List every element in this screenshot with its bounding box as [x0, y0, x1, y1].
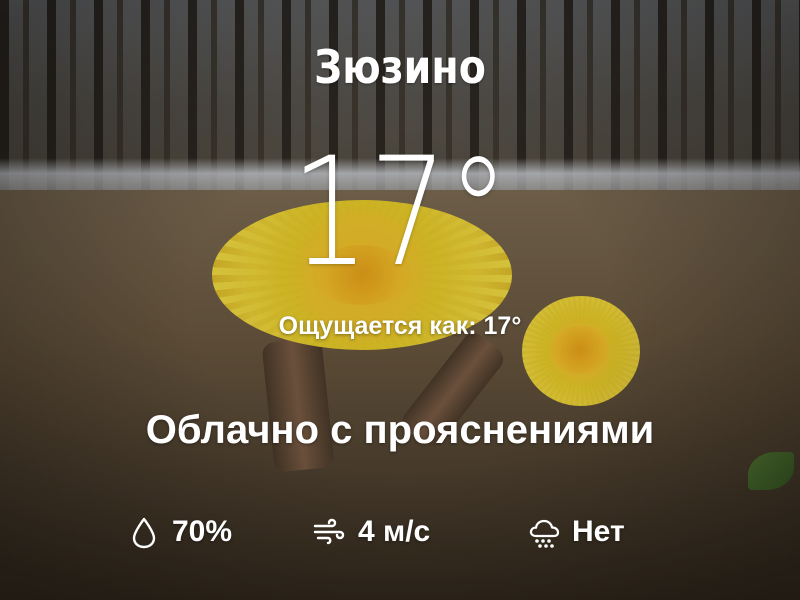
current-temperature: 17°	[290, 126, 510, 300]
wind-stat: 4 м/с	[312, 512, 430, 552]
weather-condition: Облачно с прояснениями	[145, 408, 655, 452]
humidity-value: 70%	[172, 515, 233, 548]
weather-screen: Зюзино 17° Ощущается как: 17° Облачно с …	[0, 0, 800, 600]
rain-cloud-icon	[526, 514, 562, 550]
city-name: Зюзино	[314, 40, 486, 94]
feels-like-text: Ощущается как: 17°	[278, 312, 522, 340]
wind-icon	[312, 514, 348, 550]
humidity-stat: 70%	[126, 512, 232, 552]
wind-value: 4 м/с	[358, 515, 431, 548]
weather-stats: 70% 4 м/с Нет	[0, 512, 800, 552]
precipitation-value: Нет	[572, 515, 625, 548]
droplet-icon	[126, 514, 162, 550]
precipitation-stat: Нет	[526, 512, 625, 552]
